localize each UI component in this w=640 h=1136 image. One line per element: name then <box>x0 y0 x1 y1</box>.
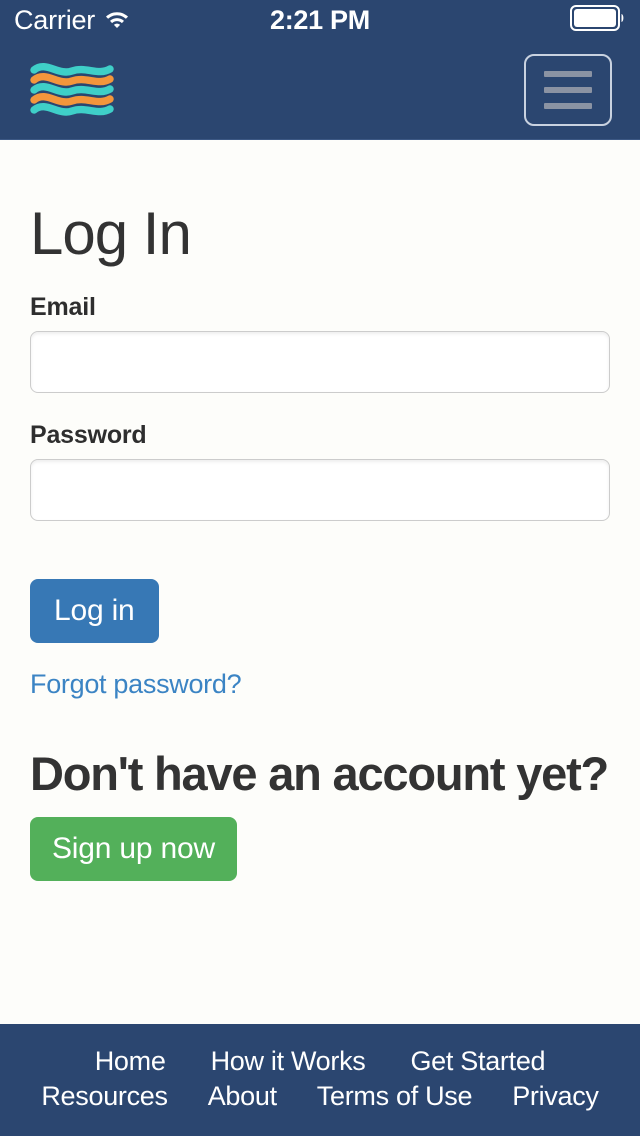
footer-link-terms-of-use[interactable]: Terms of Use <box>317 1081 473 1112</box>
status-bar-right <box>570 4 626 36</box>
signup-heading: Don't have an account yet? <box>30 747 609 800</box>
password-label: Password <box>30 421 147 449</box>
email-label: Email <box>30 293 96 321</box>
password-field[interactable] <box>30 459 610 521</box>
signup-button[interactable]: Sign up now <box>30 816 237 881</box>
carrier-label: Carrier <box>14 4 96 35</box>
wavy-flag-logo[interactable] <box>30 59 114 121</box>
footer-link-home[interactable]: Home <box>95 1046 166 1077</box>
login-button[interactable]: Log in <box>30 579 159 643</box>
status-bar-left: Carrier <box>14 4 130 35</box>
mobile-screen: Carrier 2:21 PM Log In Email Password Lo… <box>0 0 640 1136</box>
footer-link-how-it-works[interactable]: How it Works <box>211 1046 366 1077</box>
footer-row-1: Home How it Works Get Started <box>18 1046 622 1077</box>
forgot-password-link[interactable]: Forgot password? <box>30 669 610 700</box>
wifi-icon <box>104 8 130 33</box>
footer-link-resources[interactable]: Resources <box>41 1081 168 1112</box>
status-bar: Carrier 2:21 PM <box>0 0 640 40</box>
hamburger-menu-icon[interactable] <box>524 53 612 126</box>
battery-full-icon <box>570 4 626 36</box>
footer-row-2: Resources About Terms of Use Privacy <box>18 1081 622 1112</box>
app-header <box>0 40 640 140</box>
footer-link-get-started[interactable]: Get Started <box>410 1046 545 1077</box>
email-field[interactable] <box>30 331 610 393</box>
page-title: Log In <box>30 200 192 267</box>
menu-bar-3 <box>544 102 592 109</box>
main-content: Log In Email Password Log in Forgot pass… <box>0 140 640 1024</box>
footer-link-about[interactable]: About <box>208 1081 277 1112</box>
menu-bar-1 <box>544 70 592 77</box>
footer-nav: Home How it Works Get Started Resources … <box>0 1024 640 1136</box>
footer-link-privacy[interactable]: Privacy <box>512 1081 599 1112</box>
menu-bar-2 <box>544 86 592 93</box>
